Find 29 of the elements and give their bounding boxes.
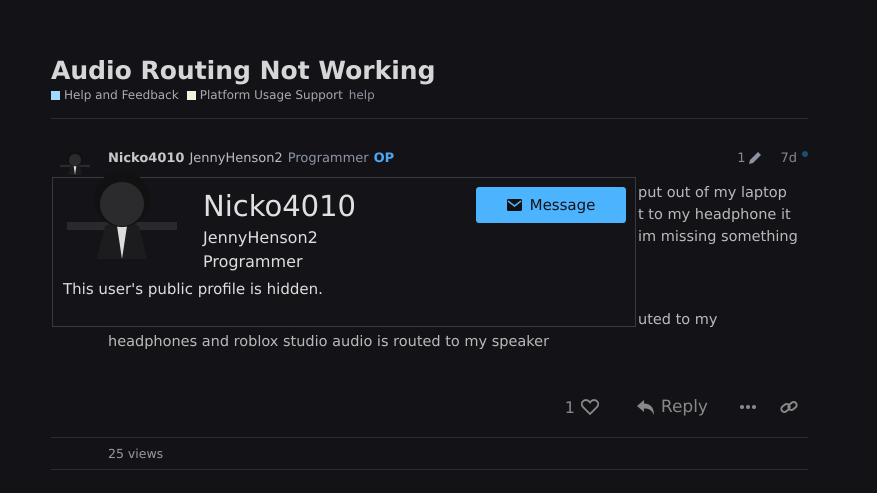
reply-icon	[636, 400, 655, 414]
tag-link[interactable]: help	[348, 88, 375, 102]
post-text-line: put out of my laptop	[638, 184, 787, 203]
user-name: Nicko4010	[203, 188, 358, 225]
post-text-line: uted to my	[638, 311, 718, 330]
ellipsis-icon	[740, 405, 756, 409]
category-link[interactable]: Help and Feedback	[51, 88, 179, 102]
user-title: Programmer	[288, 150, 369, 166]
view-count: 25 views	[107, 445, 164, 463]
user-title: Programmer	[203, 251, 304, 273]
pencil-icon	[748, 151, 762, 165]
full-name: JennyHenson2	[203, 227, 319, 249]
username[interactable]: Nicko4010	[108, 150, 184, 166]
heart-icon	[580, 399, 599, 415]
message-button[interactable]: Message	[476, 187, 626, 223]
op-label: OP	[374, 150, 394, 166]
post-text-line: t to my headphone it	[638, 206, 791, 225]
edit-history[interactable]: 1	[737, 150, 762, 166]
reply-button[interactable]: Reply	[624, 397, 720, 417]
post-text-line: im missing something	[638, 228, 798, 247]
post-age[interactable]: 7d	[780, 150, 797, 166]
category-link[interactable]: Platform Usage Support	[186, 88, 343, 102]
post-text-line: headphones and roblox studio audio is routed to my speaker	[108, 333, 550, 352]
full-name: JennyHenson2	[189, 150, 283, 166]
link-icon	[780, 399, 798, 415]
topic-title: Audio Routing Not Working	[51, 56, 436, 86]
envelope-icon	[506, 199, 522, 211]
like-button[interactable]: 1	[554, 398, 609, 416]
hidden-profile-notice: This user's public profile is hidden.	[62, 279, 324, 300]
